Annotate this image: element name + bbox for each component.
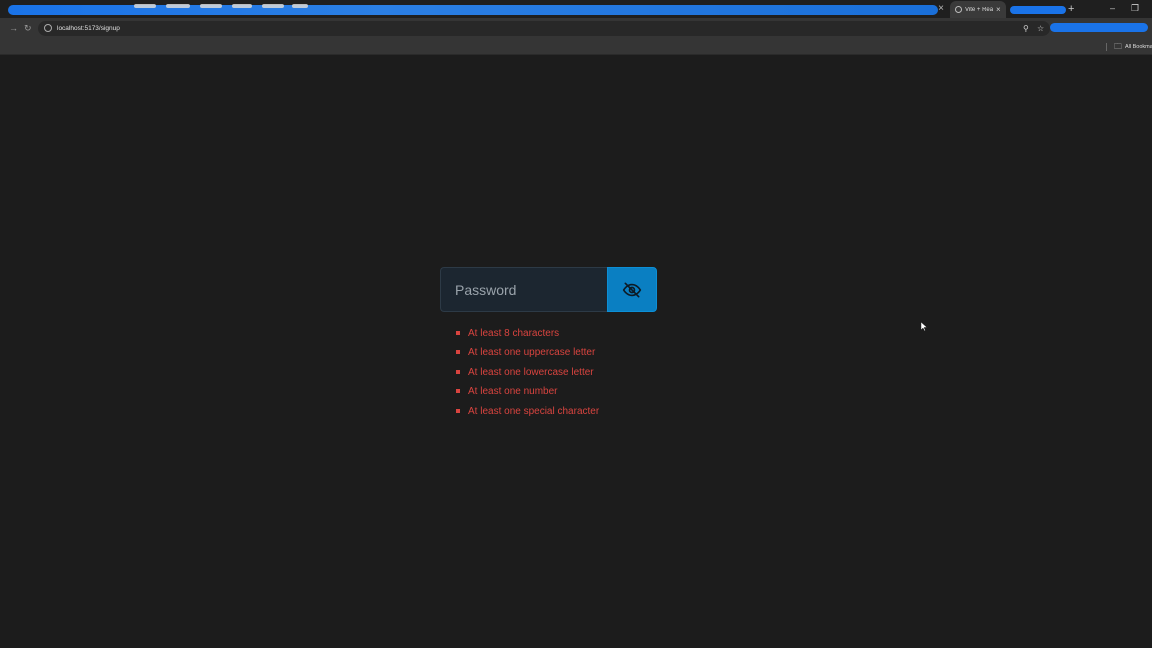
minimize-icon[interactable]: –	[1110, 2, 1115, 14]
redacted-extensions[interactable]	[1050, 23, 1148, 32]
browser-toolbar: → ↻ localhost:5173/signup ⚲ ☆	[0, 18, 1152, 39]
restore-icon[interactable]: ❐	[1131, 2, 1139, 14]
active-tab-title: Vite + React	[965, 6, 993, 13]
folder-icon[interactable]: 🗀	[1114, 42, 1122, 52]
tab-strip: × Vite + React × + – ❐	[0, 0, 1152, 18]
tab-ghost	[200, 4, 222, 8]
toggle-password-visibility-button[interactable]	[607, 267, 657, 312]
tab-ghost	[292, 4, 308, 8]
password-requirements-list: At least 8 characters At least one upper…	[456, 327, 599, 424]
bookmarks-separator	[1106, 43, 1107, 51]
site-info-icon[interactable]	[44, 24, 52, 32]
address-bar[interactable]: localhost:5173/signup ⚲ ☆	[38, 21, 1050, 36]
bookmarks-bar: 🗀 All Bookmarks	[0, 39, 1152, 55]
signup-page: At least 8 characters At least one upper…	[0, 56, 1152, 648]
requirement-item: At least one special character	[456, 405, 599, 424]
new-tab-icon[interactable]: +	[1068, 3, 1074, 15]
tab-ghost	[262, 4, 284, 8]
close-tab-icon[interactable]: ×	[996, 5, 1001, 14]
tab-ghost	[166, 4, 190, 8]
requirement-item: At least 8 characters	[456, 327, 599, 346]
eye-slash-icon	[622, 282, 642, 297]
mouse-cursor-icon	[921, 322, 927, 331]
active-tab[interactable]: Vite + React ×	[950, 1, 1006, 18]
reload-icon[interactable]: ↻	[24, 22, 32, 34]
all-bookmarks-label[interactable]: All Bookmarks	[1125, 42, 1152, 52]
tab-ghost	[232, 4, 252, 8]
requirement-item: At least one uppercase letter	[456, 346, 599, 365]
bookmark-star-icon[interactable]: ☆	[1037, 23, 1044, 34]
zoom-icon[interactable]: ⚲	[1023, 23, 1029, 34]
requirement-item: At least one number	[456, 385, 599, 404]
redacted-tab[interactable]	[1010, 6, 1066, 14]
forward-icon[interactable]: →	[9, 22, 18, 34]
globe-icon	[955, 6, 962, 13]
requirement-item: At least one lowercase letter	[456, 366, 599, 385]
url-text[interactable]: localhost:5173/signup	[57, 23, 120, 34]
password-input-group	[440, 267, 657, 312]
tab-ghost	[134, 4, 156, 8]
tab-close-icon[interactable]: ×	[936, 3, 946, 15]
password-input[interactable]	[440, 267, 607, 312]
